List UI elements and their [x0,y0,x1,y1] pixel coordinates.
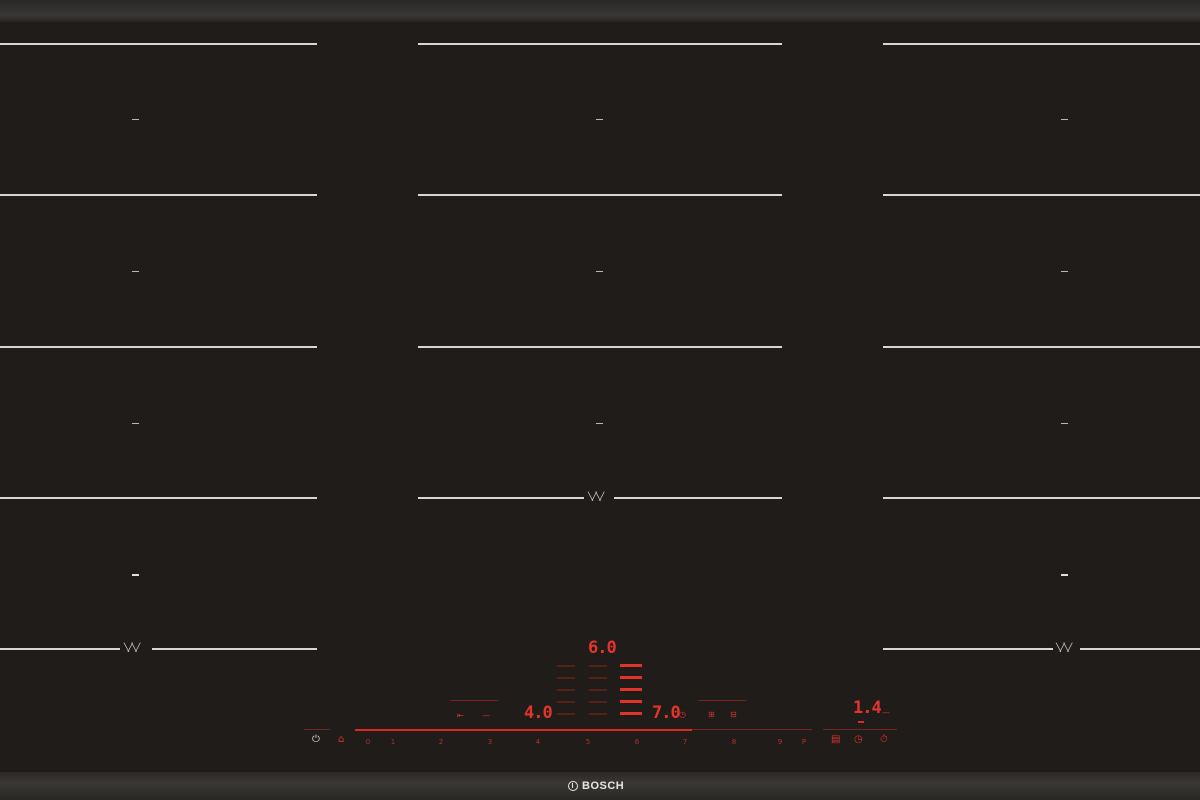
left-zone-mark-2 [132,271,139,272]
left-zone-line-1 [0,43,317,45]
left-zone-mark-4 [132,574,139,576]
left-aux-icon-2[interactable]: — [482,711,490,720]
control-panel: 6.0 ⇤ — 4.0 7.0 ◷ ⊞ ⊟ 1.4 — ⏻ ⌂ 0 1 2 3 … [300,630,900,755]
level-bar-dim [557,713,575,715]
power-level-5[interactable]: 5 [583,738,593,746]
left-display-underline [450,700,498,701]
center-zone-mark-2 [596,271,603,272]
level-bar-dim [589,677,607,679]
center-zone-line-3 [418,346,782,348]
left-zone-line-2 [0,194,317,196]
center-zone-line-4a [418,497,584,499]
power-slider-track[interactable] [355,729,692,731]
right-zone-line-5b [1080,648,1200,650]
power-button[interactable]: ⏻ [312,734,320,746]
power-level-9[interactable]: 9 [775,738,785,746]
center-zone-mark-3 [596,423,603,424]
right-zone-line-5a [883,648,1053,650]
power-level-7[interactable]: 7 [680,738,690,746]
power-level-6[interactable]: 6 [632,738,642,746]
center-zone-line-1 [418,43,782,45]
right-aux-icon-2[interactable]: ⊟ [730,710,737,719]
right-zone-mark-3 [1061,423,1068,424]
right-zone-mark-4 [1061,574,1068,576]
right-zone-line-1 [883,43,1200,45]
left-zone-line-5a [0,648,120,650]
slider-right-cap [823,729,897,730]
level-bar-dim [589,701,607,703]
power-level-8[interactable]: 8 [729,738,739,746]
flex-zone-icon-right: ╲╱╲╱ [1054,643,1074,652]
power-level-4[interactable]: 4 [533,738,543,746]
level-bar-dim [589,689,607,691]
brand-logo: BOSCH [568,778,624,794]
flex-zone-icon-left: ╲╱╲╱ [122,643,142,652]
center-zone-mark-1 [596,119,603,120]
center-zone-line-4b [614,497,782,499]
right-zone-mark-1 [1061,119,1068,120]
middle-timer-icon[interactable]: ◷ [679,710,686,719]
left-zone-line-3 [0,346,317,348]
left-power-display: 4.0 [524,703,553,723]
left-zone-mark-3 [132,423,139,424]
power-level-boost[interactable]: P [799,738,809,746]
left-zone-line-4 [0,497,317,499]
cooktop-top-frame [0,0,1200,22]
flex-zone-icon-center: ╲╱╲╱ [586,492,606,501]
level-bar-active [620,676,642,679]
power-level-2[interactable]: 2 [436,738,446,746]
right-zone-line-2 [883,194,1200,196]
right-zone-line-3 [883,346,1200,348]
level-bar-dim [589,665,607,667]
level-bar-dim [557,677,575,679]
center-power-display: 6.0 [588,638,617,658]
level-bar-dim [557,665,575,667]
stopwatch-button[interactable]: ⏱ [880,734,888,746]
power-slider-rest [692,729,812,730]
induction-cooktop: ╲╱╲╱ ╲╱╲╱ ╲╱╲╱ 6.0 ⇤ — 4.0 7.0 ◷ ⊞ ⊟ 1.4… [0,0,1200,800]
right-zone-line-4 [883,497,1200,499]
power-level-0[interactable]: 0 [363,738,373,746]
level-bar-dim [557,701,575,703]
level-bar-dim [589,713,607,715]
left-zone-line-5b [152,648,317,650]
power-level-1[interactable]: 1 [388,738,398,746]
menu-button[interactable]: ▤ [831,734,840,746]
child-lock-button[interactable]: ⌂ [338,734,344,746]
left-aux-icon-1[interactable]: ⇤ [457,711,464,720]
level-bar-active [620,712,642,715]
level-bar-active [620,700,642,703]
right-display-underline [698,700,746,701]
right-aux-icon-1[interactable]: ⊞ [708,710,715,719]
right-power-display: 1.4 [853,698,882,718]
right-small-indicator: — [882,708,890,717]
center-zone-line-2 [418,194,782,196]
right-indicator-dash [858,721,864,723]
bosch-emblem-icon [568,781,578,791]
level-bar-active [620,688,642,691]
level-bar-active [620,664,642,667]
slider-left-cap [304,729,330,730]
brand-name: BOSCH [582,780,625,792]
timer-button[interactable]: ◷ [854,734,863,746]
left-zone-mark-1 [132,119,139,120]
right-zone-mark-2 [1061,271,1068,272]
power-level-3[interactable]: 3 [485,738,495,746]
middle-power-display: 7.0 [652,703,681,723]
level-bar-dim [557,689,575,691]
